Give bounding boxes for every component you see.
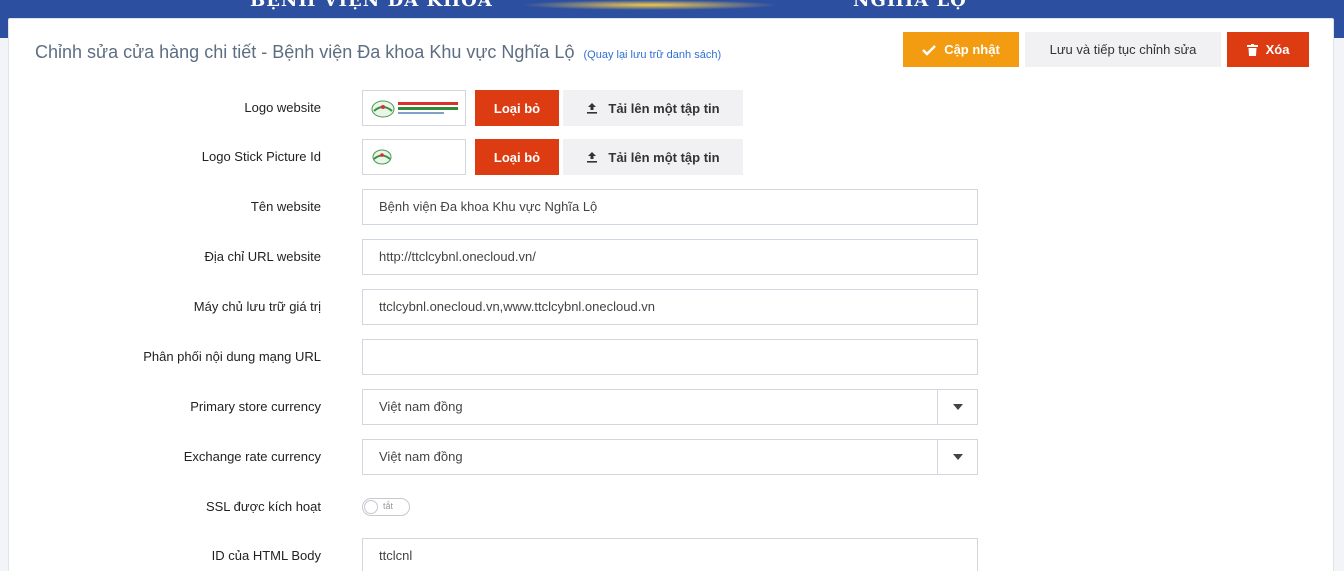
site-name-label: Tên website	[250, 199, 321, 214]
caret-down-icon	[952, 454, 963, 460]
banner-text-right: NGHĨA LỘ	[853, 0, 967, 11]
exchange-currency-value: Việt nam đồng	[379, 449, 463, 464]
ssl-toggle[interactable]: tắt	[362, 498, 410, 516]
banner-glow	[520, 0, 780, 10]
delete-button[interactable]: Xóa	[1227, 32, 1309, 67]
upload-logo-stick-button[interactable]: Tải lên một tập tin	[563, 139, 743, 175]
html-body-id-label: ID của HTML Body	[211, 548, 321, 563]
exchange-currency-label: Exchange rate currency	[183, 449, 321, 464]
hosts-row: Máy chủ lưu trữ giá trị ttclcybnl.oneclo…	[9, 289, 1333, 325]
page-title: Chỉnh sửa cửa hàng chi tiết - Bệnh viện …	[35, 42, 721, 63]
exchange-currency-row: Exchange rate currency Việt nam đồng	[9, 439, 1333, 475]
site-url-label: Địa chỉ URL website	[204, 249, 321, 264]
back-to-list-link[interactable]: (Quay lại lưu trữ danh sách)	[583, 49, 721, 61]
logo-website-preview	[362, 90, 466, 126]
primary-currency-value: Việt nam đồng	[379, 399, 463, 414]
logo-website-label: Logo website	[244, 100, 321, 115]
update-button-label: Cập nhật	[944, 42, 1000, 57]
primary-currency-label: Primary store currency	[190, 399, 321, 414]
exchange-currency-select[interactable]: Việt nam đồng	[362, 439, 978, 475]
hosts-input[interactable]: ttclcybnl.onecloud.vn,www.ttclcybnl.onec…	[362, 289, 978, 325]
logo-stick-row: Logo Stick Picture Id Loại bỏ Tải lên mộ…	[9, 139, 1333, 175]
exchange-currency-dropdown-toggle[interactable]	[937, 440, 977, 474]
ssl-toggle-knob	[364, 500, 378, 514]
cdn-url-label: Phân phối nội dung mạng URL	[143, 349, 321, 364]
check-icon	[922, 44, 937, 56]
cdn-url-row: Phân phối nội dung mạng URL	[9, 339, 1333, 375]
upload-icon	[587, 103, 598, 114]
page-title-text: Chỉnh sửa cửa hàng chi tiết - Bệnh viện …	[35, 42, 575, 62]
upload-logo-stick-label: Tải lên một tập tin	[608, 149, 720, 165]
cdn-url-input[interactable]	[362, 339, 978, 375]
html-body-id-row: ID của HTML Body ttclcnl	[9, 538, 1333, 571]
hosts-label: Máy chủ lưu trữ giá trị	[193, 299, 321, 314]
hospital-emblem-image	[372, 149, 392, 165]
remove-logo-stick-button[interactable]: Loại bỏ	[475, 139, 559, 175]
save-continue-label: Lưu và tiếp tục chỉnh sửa	[1049, 42, 1197, 57]
caret-down-icon	[952, 404, 963, 410]
page-header: Chỉnh sửa cửa hàng chi tiết - Bệnh viện …	[9, 19, 1333, 83]
primary-currency-dropdown-toggle[interactable]	[937, 390, 977, 424]
upload-logo-website-button[interactable]: Tải lên một tập tin	[563, 90, 743, 126]
site-url-input[interactable]: http://ttclcybnl.onecloud.vn/	[362, 239, 978, 275]
remove-logo-website-button[interactable]: Loại bỏ	[475, 90, 559, 126]
upload-logo-website-label: Tải lên một tập tin	[608, 100, 720, 116]
site-url-row: Địa chỉ URL website http://ttclcybnl.one…	[9, 239, 1333, 275]
hospital-logo-image	[371, 100, 458, 118]
update-button[interactable]: Cập nhật	[903, 32, 1019, 67]
ssl-label: SSL được kích hoạt	[205, 499, 321, 514]
logo-website-row: Logo website Loại bỏ Tải lên một tập tin	[9, 90, 1333, 126]
upload-icon	[587, 152, 598, 163]
primary-currency-row: Primary store currency Việt nam đồng	[9, 389, 1333, 425]
primary-currency-select[interactable]: Việt nam đồng	[362, 389, 978, 425]
logo-stick-preview	[362, 139, 466, 175]
logo-stick-label: Logo Stick Picture Id	[201, 149, 321, 164]
ssl-toggle-state: tắt	[383, 501, 394, 511]
banner-text-left: BỆNH VIỆN ĐA KHOA	[250, 0, 493, 11]
trash-icon	[1246, 43, 1258, 56]
ssl-row: SSL được kích hoạt tắt	[9, 489, 1333, 525]
site-name-input[interactable]: Bệnh viện Đa khoa Khu vực Nghĩa Lộ	[362, 189, 978, 225]
html-body-id-input[interactable]: ttclcnl	[362, 538, 978, 571]
save-continue-button[interactable]: Lưu và tiếp tục chỉnh sửa	[1025, 32, 1221, 67]
edit-store-panel: Chỉnh sửa cửa hàng chi tiết - Bệnh viện …	[8, 18, 1334, 571]
delete-button-label: Xóa	[1265, 42, 1290, 57]
site-name-row: Tên website Bệnh viện Đa khoa Khu vực Ng…	[9, 189, 1333, 225]
